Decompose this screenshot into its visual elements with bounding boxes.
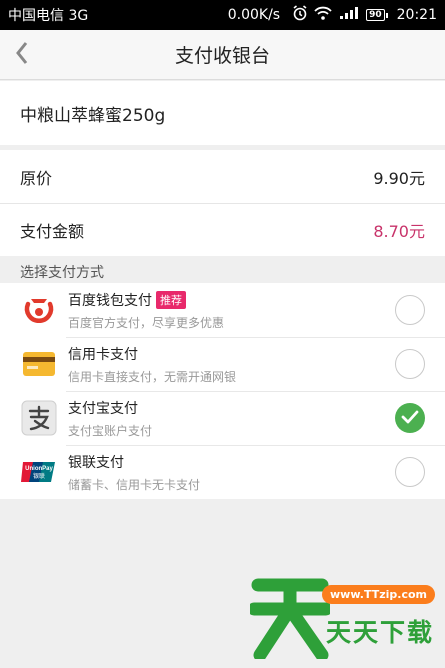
back-button[interactable] bbox=[10, 40, 34, 70]
price-card: 原价 9.90元 支付金额 8.70元 bbox=[0, 150, 445, 256]
watermark-text: 天天下载 bbox=[326, 618, 435, 647]
page-title: 支付收银台 bbox=[174, 45, 270, 67]
check-icon bbox=[401, 409, 419, 428]
pay-amount-row: 支付金额 8.70元 bbox=[0, 203, 445, 256]
unionpay-icon: UnionPay 银联 bbox=[20, 453, 58, 491]
signal-icon bbox=[338, 6, 360, 24]
clock: 20:21 bbox=[396, 7, 437, 23]
alarm-icon bbox=[292, 5, 308, 25]
watermark-url: www.TTzip.com bbox=[322, 585, 435, 604]
section-label: 选择支付方式 bbox=[20, 265, 104, 281]
original-price-label: 原价 bbox=[20, 168, 53, 188]
site-watermark: www.TTzip.com 天天下载 bbox=[250, 575, 440, 660]
wifi-icon bbox=[314, 6, 332, 24]
method-name: 支付宝支付 bbox=[68, 400, 138, 417]
alipay-icon bbox=[20, 399, 58, 437]
svg-text:银联: 银联 bbox=[33, 472, 45, 480]
radio-alipay-checked[interactable] bbox=[395, 403, 425, 433]
battery-icon: 90 bbox=[366, 9, 388, 21]
recommend-badge: 推荐 bbox=[156, 290, 186, 309]
carrier-label: 中国电信 3G bbox=[8, 8, 89, 24]
svg-text:UnionPay: UnionPay bbox=[25, 466, 53, 472]
radio-credit-card[interactable] bbox=[395, 349, 425, 379]
baidu-wallet-icon bbox=[20, 291, 58, 329]
chevron-left-icon bbox=[15, 41, 29, 69]
payment-method-unionpay[interactable]: UnionPay 银联 银联支付 储蓄卡、信用卡无卡支付 bbox=[0, 445, 445, 499]
method-desc: 信用卡直接支付，无需开通网银 bbox=[68, 369, 237, 384]
payment-method-baidu[interactable]: 百度钱包支付 推荐 百度官方支付，尽享更多优惠 bbox=[0, 283, 445, 337]
watermark-logo bbox=[250, 578, 330, 659]
credit-card-icon bbox=[20, 345, 58, 383]
network-speed: 0.00K/s bbox=[227, 7, 281, 23]
method-desc: 百度官方支付，尽享更多优惠 bbox=[68, 315, 225, 330]
radio-unionpay[interactable] bbox=[395, 457, 425, 487]
method-name: 百度钱包支付 bbox=[68, 292, 152, 309]
payment-method-credit-card[interactable]: 信用卡支付 信用卡直接支付，无需开通网银 bbox=[0, 337, 445, 391]
method-desc: 储蓄卡、信用卡无卡支付 bbox=[68, 477, 201, 492]
original-price-value: 9.90元 bbox=[373, 168, 425, 188]
product-name: 中粮山萃蜂蜜250g bbox=[0, 81, 445, 145]
method-name: 银联支付 bbox=[68, 454, 124, 471]
method-name: 信用卡支付 bbox=[68, 346, 138, 363]
pay-amount-value: 8.70元 bbox=[373, 222, 425, 241]
payment-method-list: 百度钱包支付 推荐 百度官方支付，尽享更多优惠 信用卡支付 信用卡直接支付，无需… bbox=[0, 283, 445, 499]
original-price-row: 原价 9.90元 bbox=[0, 150, 445, 203]
method-desc: 支付宝账户支付 bbox=[68, 423, 153, 438]
status-bar: 中国电信 3G 0.00K/s 90 20:21 bbox=[0, 0, 445, 30]
nav-bar: 支付收银台 bbox=[0, 30, 445, 80]
status-bar-right: 0.00K/s 90 20:21 bbox=[228, 5, 437, 25]
pay-amount-label: 支付金额 bbox=[20, 222, 85, 241]
payment-method-alipay[interactable]: 支付宝支付 支付宝账户支付 bbox=[0, 391, 445, 445]
radio-baidu[interactable] bbox=[395, 295, 425, 325]
